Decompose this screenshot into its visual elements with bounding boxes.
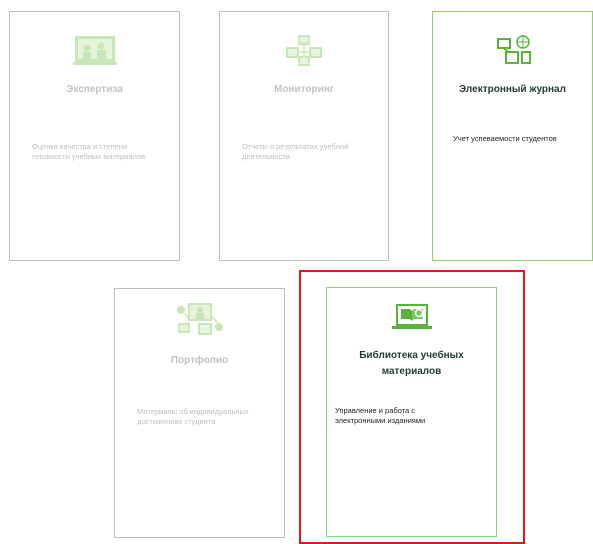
monitoring-icon: [220, 34, 388, 68]
card-library[interactable]: Библиотека учебных материалов Управление…: [326, 287, 497, 537]
card-title: Библиотека учебных материалов: [359, 350, 464, 377]
card-description: Управление и работа с электронными издан…: [335, 406, 426, 425]
card-title: Электронный журнал: [459, 84, 566, 95]
expertise-icon: [10, 34, 179, 68]
card-expertise[interactable]: Экспертиза Оценка качества и степени гот…: [9, 11, 180, 261]
card-portfolio[interactable]: Портфолио Материалы об индивидуальных до…: [114, 288, 285, 538]
card-title: Портфолио: [170, 355, 229, 366]
portfolio-icon: [115, 301, 284, 335]
library-icon: [327, 302, 496, 336]
card-title: Мониторинг: [274, 84, 334, 95]
card-title: Экспертиза: [66, 84, 123, 95]
card-description: Учет успеваемости студентов: [453, 134, 557, 143]
card-electronic-journal[interactable]: Электронный журнал Учет успеваемости сту…: [432, 11, 593, 261]
journal-icon: [433, 34, 592, 68]
card-monitoring[interactable]: Мониторинг Отчеты о результатах учебной …: [219, 11, 389, 261]
card-description: Оценка качества и степени готовности уче…: [32, 142, 146, 161]
card-description: Отчеты о результатах учебной деятельност…: [242, 142, 349, 161]
card-description: Материалы об индивидуальных достижениях …: [137, 407, 249, 426]
